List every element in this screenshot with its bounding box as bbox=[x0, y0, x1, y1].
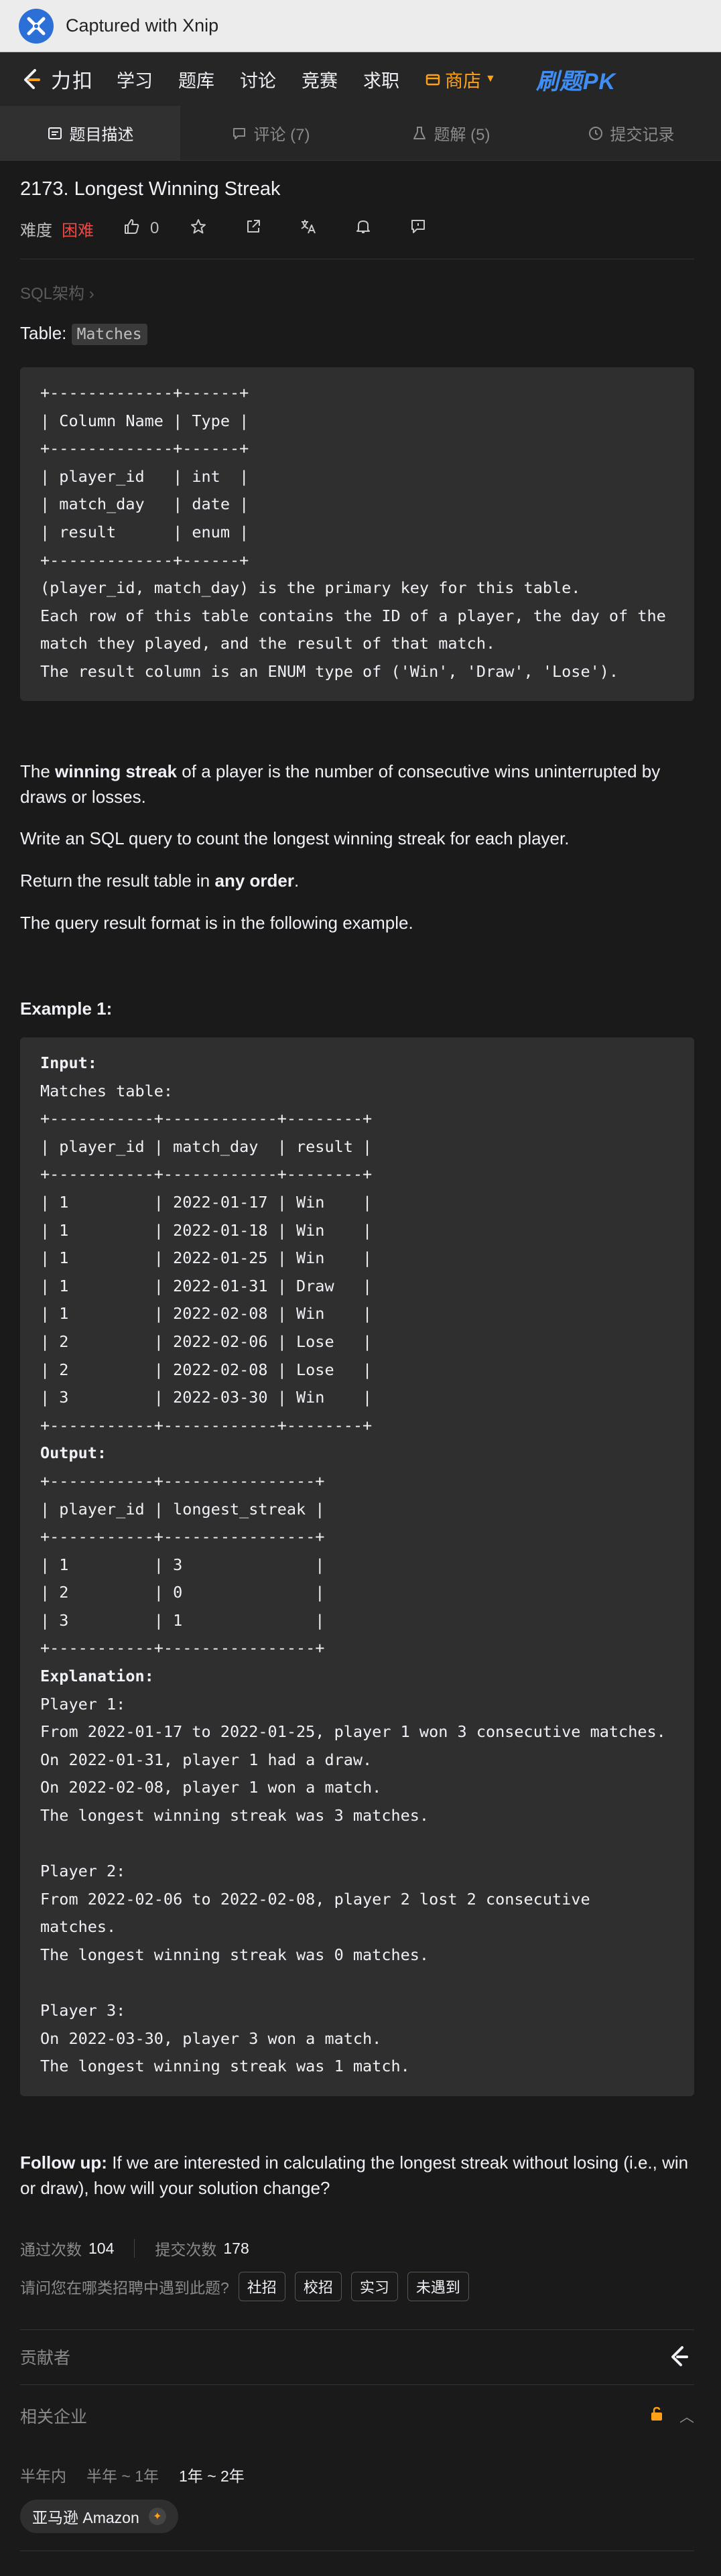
example-code: Input: Matches table: +-----------+-----… bbox=[40, 1049, 674, 2081]
tab-description[interactable]: 题目描述 bbox=[0, 106, 180, 160]
feedback-icon[interactable] bbox=[409, 218, 427, 240]
companies-row[interactable]: 相关企业 ︿ bbox=[20, 2392, 694, 2439]
leetcode-logo-icon bbox=[24, 69, 40, 89]
company-name: 亚马逊 Amazon bbox=[32, 2509, 139, 2526]
accepted-label: 通过次数 bbox=[20, 2241, 82, 2258]
flask-icon bbox=[413, 126, 425, 139]
explanation-label: Explanation: bbox=[40, 1667, 154, 1686]
period-half-to-one-year[interactable]: 半年 ~ 1年 bbox=[86, 2463, 159, 2486]
description-paragraph: The winning streak of a player is the nu… bbox=[20, 761, 661, 807]
period-filter: 半年内 半年 ~ 1年 1年 ~ 2年 bbox=[20, 2463, 265, 2486]
format-paragraph: The query result format is in the follow… bbox=[20, 913, 413, 933]
followup-label: Follow up: bbox=[20, 2152, 107, 2173]
winning-streak-term: winning streak bbox=[55, 761, 178, 781]
contributors-row[interactable]: 贡献者 bbox=[20, 2333, 694, 2380]
table-name-code: Matches bbox=[71, 324, 147, 345]
brand-name: 力扣 bbox=[51, 70, 94, 92]
table-line: Table: Matches bbox=[20, 323, 147, 345]
submission-stats: 通过次数 104 提交次数 178 bbox=[20, 2237, 249, 2260]
nav-pk[interactable]: 刷题PK bbox=[536, 63, 616, 96]
tab-submissions-label: 提交记录 bbox=[610, 126, 675, 144]
xnip-logo-icon bbox=[19, 8, 54, 44]
option-campus-hire[interactable]: 校招 bbox=[294, 2272, 342, 2301]
chevron-down-icon: ▼ bbox=[485, 73, 496, 84]
star-icon[interactable] bbox=[190, 218, 207, 240]
option-not-encountered[interactable]: 未遇到 bbox=[407, 2272, 469, 2301]
bell-icon[interactable] bbox=[354, 218, 372, 240]
brand-logo[interactable]: 力扣 bbox=[19, 64, 94, 94]
accepted-count: 104 bbox=[88, 2239, 115, 2257]
problem-title: 2173. Longest Winning Streak bbox=[20, 178, 281, 200]
thumbs-up-icon[interactable] bbox=[123, 218, 141, 240]
input-label: Input: bbox=[40, 1053, 97, 1072]
breadcrumb[interactable]: SQL架构 › bbox=[20, 280, 94, 304]
option-social-hire[interactable]: 社招 bbox=[238, 2272, 285, 2301]
capture-bar: Captured with Xnip bbox=[0, 0, 721, 52]
example-output: +-----------+----------------+ | player_… bbox=[40, 1471, 325, 1658]
contributors-label: 贡献者 bbox=[20, 2349, 71, 2368]
divider bbox=[20, 2384, 694, 2385]
example-input: Matches table: +-----------+------------… bbox=[40, 1081, 373, 1435]
submitted-label: 提交次数 bbox=[155, 2241, 217, 2258]
example-explanation: Player 1: From 2022-01-17 to 2022-01-25,… bbox=[40, 1694, 666, 2076]
divider bbox=[20, 2329, 694, 2330]
unlock-icon bbox=[649, 2406, 665, 2427]
query-paragraph: Write an SQL query to count the longest … bbox=[20, 828, 570, 848]
tab-submissions[interactable]: 提交记录 bbox=[541, 106, 721, 160]
share-icon[interactable] bbox=[245, 218, 262, 240]
option-internship[interactable]: 实习 bbox=[350, 2272, 398, 2301]
chevron-up-icon[interactable]: ︿ bbox=[679, 2405, 694, 2427]
interview-question: 请问您在哪类招聘中遇到此题? 社招 校招 实习 未遇到 bbox=[20, 2272, 469, 2301]
company-badge-icon: ✦ bbox=[148, 2508, 166, 2525]
nav-contest[interactable]: 竞赛 bbox=[302, 66, 338, 92]
tab-comments-label: 评论 (7) bbox=[253, 126, 310, 144]
problem-tabs: 题目描述 评论 (7) 题解 (5) 提交记录 bbox=[0, 106, 721, 161]
companies-label: 相关企业 bbox=[20, 2408, 88, 2427]
nav-shop-label: 商店 bbox=[445, 70, 481, 91]
comment-icon bbox=[233, 127, 245, 139]
submitted-count: 178 bbox=[223, 2239, 249, 2257]
any-order-term: any order bbox=[214, 871, 295, 891]
nav-problemset[interactable]: 题库 bbox=[178, 66, 214, 92]
stats-divider bbox=[134, 2239, 135, 2258]
clock-icon bbox=[588, 126, 602, 140]
nav-jobs[interactable]: 求职 bbox=[363, 66, 399, 92]
tab-comments[interactable]: 评论 (7) bbox=[180, 106, 360, 160]
table-label: Table: bbox=[20, 323, 72, 343]
interview-question-text: 请问您在哪类招聘中遇到此题? bbox=[20, 2279, 229, 2297]
period-one-to-two-years[interactable]: 1年 ~ 2年 bbox=[179, 2463, 245, 2486]
problem-meta: 难度 困难 0 bbox=[20, 217, 436, 240]
company-tag[interactable]: 亚马逊 Amazon ✦ bbox=[20, 2500, 178, 2533]
shop-icon bbox=[425, 74, 440, 86]
like-count: 0 bbox=[150, 219, 159, 237]
capture-title: Captured with Xnip bbox=[66, 15, 219, 36]
nav-learn[interactable]: 学习 bbox=[117, 66, 153, 92]
period-half-year[interactable]: 半年内 bbox=[20, 2463, 66, 2486]
schema-block: +-------------+------+ | Column Name | T… bbox=[20, 367, 694, 701]
followup-paragraph: Follow up: If we are interested in calcu… bbox=[20, 2152, 689, 2198]
translate-icon[interactable] bbox=[300, 218, 317, 240]
tab-solutions[interactable]: 题解 (5) bbox=[360, 106, 541, 160]
difficulty-label: 难度 bbox=[20, 221, 52, 240]
order-paragraph: Return the result table in any order. bbox=[20, 871, 300, 891]
description-icon bbox=[48, 127, 62, 139]
top-nav: 力扣 学习 题库 讨论 竞赛 求职 商店 ▼ 刷题PK bbox=[0, 52, 721, 106]
contributor-avatar-icon bbox=[663, 2341, 694, 2372]
tab-solutions-label: 题解 (5) bbox=[434, 126, 490, 144]
tab-description-label: 题目描述 bbox=[69, 126, 134, 144]
nav-discuss[interactable]: 讨论 bbox=[240, 66, 276, 92]
companies-actions: ︿ bbox=[649, 2405, 694, 2427]
nav-shop[interactable]: 商店 ▼ bbox=[425, 66, 496, 92]
example-block: Input: Matches table: +-----------+-----… bbox=[20, 1037, 694, 2096]
difficulty-badge: 困难 bbox=[62, 221, 94, 240]
example-heading: Example 1: bbox=[20, 999, 113, 1019]
output-label: Output: bbox=[40, 1443, 107, 1463]
schema-code: +-------------+------+ | Column Name | T… bbox=[40, 383, 666, 681]
